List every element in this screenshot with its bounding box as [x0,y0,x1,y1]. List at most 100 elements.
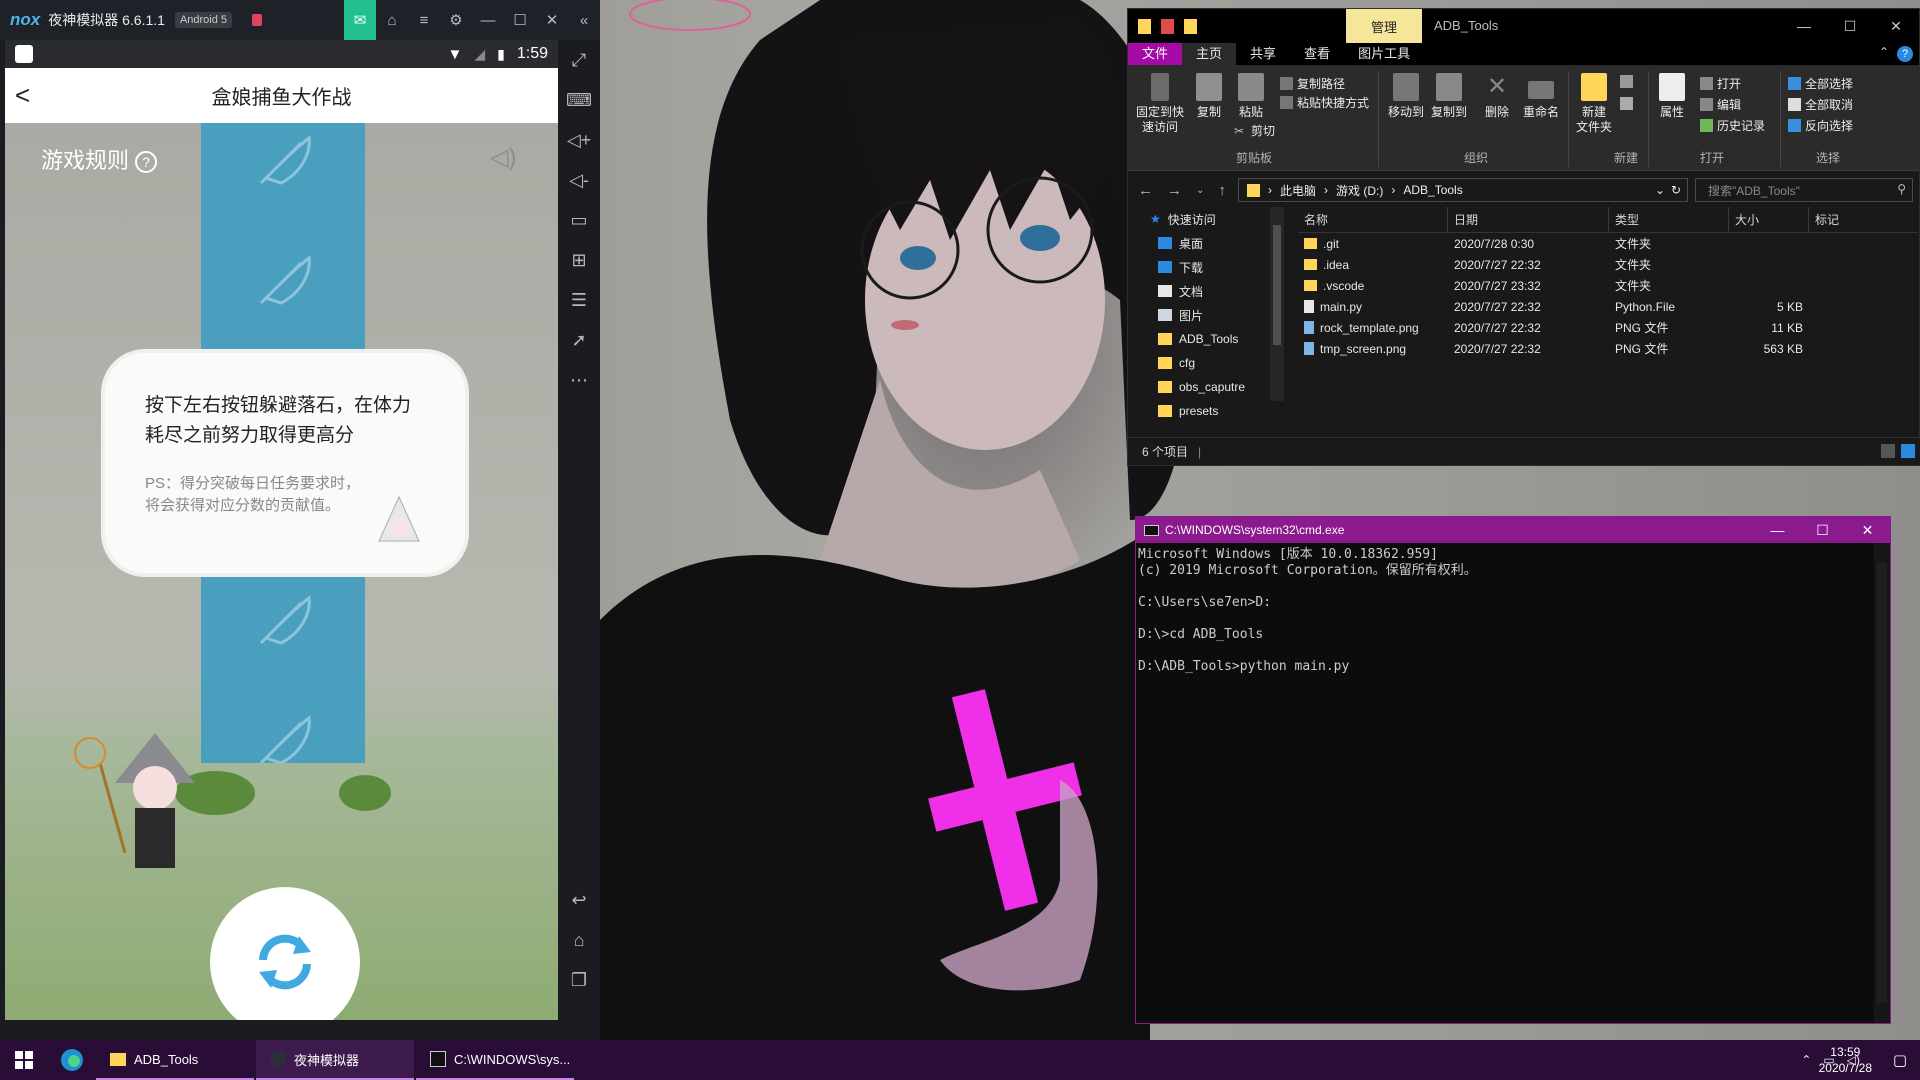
collapse-sidebar-icon[interactable]: « [568,0,600,40]
forward-arrow-icon[interactable]: → [1167,182,1182,200]
file-row[interactable]: rock_template.png 2020/7/27 22:32 PNG 文件 11… [1298,317,1918,338]
large-icons-view-icon[interactable] [1901,444,1915,458]
tab-file[interactable]: 文件 [1128,43,1183,65]
taskbar-clock[interactable]: 13:59 2020/7/28 [1819,1044,1872,1076]
nox-settings-icon[interactable]: ⚙ [440,0,472,40]
minimize-icon[interactable]: — [472,0,504,40]
recent-apps-icon[interactable]: ❐ [558,960,600,1000]
console-output[interactable]: Microsoft Windows [版本 10.0.18362.959] (c)… [1136,543,1890,679]
properties-button[interactable]: 属性 [1654,73,1690,120]
cmd-titlebar[interactable]: C:\WINDOWS\system32\cmd.exe — ☐ ✕ [1136,517,1890,543]
history-button[interactable]: 历史记录 [1700,117,1765,134]
nav-scrollbar[interactable] [1270,207,1284,401]
file-row[interactable]: main.py 2020/7/27 22:32 Python.File 5 KB [1298,296,1918,317]
copy-button[interactable]: 复制 [1192,73,1226,120]
android-screen[interactable]: ▼ ◢ ▮ 1:59 < 盒娘捕鱼大作战 游戏规则 ? ◁) 按下左右按钮躲避落… [5,40,558,1020]
nox-theme-icon[interactable]: ⌂ [376,0,408,40]
column-tags[interactable]: 标记 [1809,207,1909,233]
address-dropdown-icon[interactable]: ⌄ [1655,183,1665,197]
taskbar-app-cmd[interactable]: C:\WINDOWS\sys... [416,1040,574,1080]
copy-path-button[interactable]: 复制路径 [1280,75,1345,92]
record-icon[interactable] [252,14,263,26]
properties-qat-icon[interactable] [1161,18,1174,34]
rename-button[interactable]: 重命名 [1520,73,1562,120]
nav-item[interactable]: cfg [1128,351,1284,375]
taskbar-app-nox[interactable]: 夜神模拟器 [256,1040,414,1080]
close-icon[interactable]: ✕ [1873,9,1919,43]
up-arrow-icon[interactable]: ↑ [1218,182,1226,200]
more-icon[interactable]: ⋯ [558,360,600,400]
scroll-thumb[interactable] [1273,225,1281,345]
explorer-titlebar[interactable]: 管理 ADB_Tools — ☐ ✕ [1128,9,1919,43]
invert-selection-button[interactable]: 反向选择 [1788,117,1853,134]
nox-titlebar[interactable]: nox 夜神模拟器 6.6.1.1 Android 5 ✉ ⌂ ≡ ⚙ — ☐ … [0,0,600,40]
close-icon[interactable]: ✕ [536,0,568,40]
select-none-button[interactable]: 全部取消 [1788,96,1853,113]
address-bar[interactable]: › 此电脑 › 游戏 (D:) › ADB_Tools ⌄ ↻ [1238,178,1688,202]
nav-item[interactable]: obs_caputre [1128,375,1284,399]
tab-share[interactable]: 共享 [1236,43,1290,65]
tab-home[interactable]: 主页 [1182,43,1237,65]
cut-button[interactable]: ✂ 剪切 [1234,122,1275,139]
close-icon[interactable]: ✕ [1845,517,1890,543]
details-view-icon[interactable] [1881,444,1895,458]
collapse-ribbon-icon[interactable]: ⌃ [1879,45,1889,59]
back-nav-icon[interactable]: ↩ [558,880,600,920]
easy-access-button[interactable] [1620,97,1633,110]
game-rules-link[interactable]: 游戏规则 ? [41,143,158,175]
nav-item[interactable]: 图片✦ [1128,303,1284,327]
maximize-icon[interactable]: ☐ [1800,517,1845,543]
column-date[interactable]: 日期 [1448,206,1609,233]
tab-picture-tools[interactable]: 图片工具 [1344,43,1424,65]
volume-down-icon[interactable]: ◁- [558,160,600,200]
nav-item[interactable]: 文档✦ [1128,279,1284,303]
cmd-scrollbar[interactable] [1874,543,1890,1023]
game-canvas[interactable]: 游戏规则 ? ◁) 按下左右按钮躲避落石，在体力耗尽之前努力取得更高分 PS：得… [5,123,558,1020]
minimize-icon[interactable]: — [1781,9,1827,43]
breadcrumb-this-pc[interactable]: 此电脑 [1280,182,1316,199]
column-type[interactable]: 类型 [1609,206,1729,233]
install-apk-icon[interactable]: ⊞ [558,240,600,280]
fullscreen-icon[interactable]: ⤢ [558,40,600,80]
help-icon[interactable]: ? [1897,46,1913,62]
edge-browser-button[interactable] [48,1040,96,1080]
nav-item[interactable]: ★ 快速访问 [1128,207,1284,231]
paste-shortcut-button[interactable]: 粘贴快捷方式 [1280,94,1369,111]
minimize-icon[interactable]: — [1755,517,1800,543]
file-row[interactable]: .idea 2020/7/27 22:32 文件夹 [1298,254,1918,275]
open-button[interactable]: 打开 [1700,75,1741,92]
rocket-icon[interactable]: ➚ [558,320,600,360]
edit-button[interactable]: 编辑 [1700,96,1741,113]
copy-to-button[interactable]: 复制到 [1429,73,1469,120]
start-button[interactable] [0,1040,48,1080]
nav-item[interactable]: presets [1128,399,1284,423]
refresh-icon[interactable]: ↻ [1671,183,1681,197]
back-icon[interactable]: < [15,80,30,111]
file-row[interactable]: tmp_screen.png 2020/7/27 22:32 PNG 文件 563 K… [1298,338,1918,359]
tab-manage[interactable]: 管理 [1346,9,1422,43]
scroll-thumb[interactable] [1877,563,1887,1003]
keyboard-icon[interactable]: ⌨ [558,80,600,120]
column-name[interactable]: 名称 [1298,206,1448,233]
breadcrumb-adb-tools[interactable]: ADB_Tools [1403,183,1462,197]
new-folder-qat-icon[interactable] [1184,18,1197,34]
nav-item[interactable]: ADB_Tools [1128,327,1284,351]
back-arrow-icon[interactable]: ← [1138,182,1153,200]
breadcrumb-drive-d[interactable]: 游戏 (D:) [1336,182,1383,199]
home-nav-icon[interactable]: ⌂ [558,920,600,960]
volume-up-icon[interactable]: ◁+ [558,120,600,160]
notification-center-icon[interactable]: ▢ [1880,1040,1920,1080]
file-row[interactable]: .git 2020/7/28 0:30 文件夹 [1298,233,1918,254]
taskbar-app-explorer[interactable]: ADB_Tools [96,1040,254,1080]
pin-quick-access-button[interactable]: 固定到快速访问 [1134,73,1186,135]
maximize-icon[interactable]: ☐ [1827,9,1873,43]
multi-instance-icon[interactable]: ☰ [558,280,600,320]
new-folder-button[interactable]: 新建 文件夹 [1574,73,1614,135]
move-to-button[interactable]: 移动到 [1386,73,1426,120]
nav-item[interactable]: 下载✦ [1128,255,1284,279]
show-hidden-icons[interactable]: ⌃ [1801,1053,1811,1067]
nox-message-icon[interactable]: ✉ [344,0,376,40]
search-input[interactable]: 搜索"ADB_Tools" ⚲ [1695,178,1913,202]
delete-button[interactable]: ✕ 删除 [1480,73,1514,120]
tab-view[interactable]: 查看 [1290,43,1344,65]
